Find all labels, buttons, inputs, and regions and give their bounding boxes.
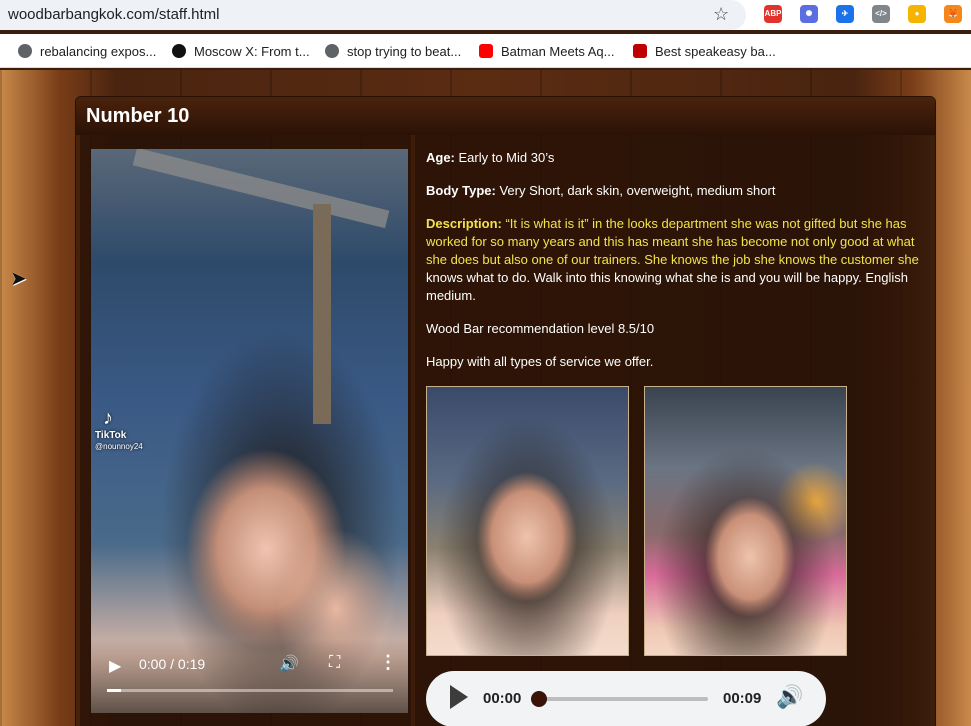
audio-current-time: 00:00: [483, 690, 522, 707]
panel-header: Number 10: [76, 97, 935, 135]
bookmark-item[interactable]: stop trying to beat...: [325, 42, 461, 60]
youtube-icon: [479, 44, 493, 58]
bookmark-item[interactable]: rebalancing expos...: [18, 42, 156, 60]
tiktok-icon: ♪: [103, 407, 113, 429]
video-fullscreen-icon[interactable]: ⛶: [329, 654, 340, 672]
staff-title: Number 10: [86, 105, 190, 127]
video-progress-fill: [107, 689, 122, 692]
video-controls: ▶ 0:00 / 0:19 🔊 ⛶ ⋮: [91, 639, 408, 713]
extension-color-icon[interactable]: ●: [908, 5, 926, 23]
video-progress-bar[interactable]: [107, 689, 393, 692]
body-type-label: Body Type:: [426, 183, 496, 198]
service-line: Happy with all types of service we offer…: [426, 354, 654, 369]
audio-volume-icon[interactable]: 🔊: [776, 684, 803, 710]
age-line: Age: Early to Mid 30’s: [426, 149, 921, 167]
bookmark-star-icon[interactable]: ☆: [713, 4, 729, 25]
age-value: Early to Mid 30’s: [454, 150, 555, 165]
globe-icon: [325, 44, 339, 58]
age-label: Age:: [426, 150, 455, 165]
bookmark-label: Best speakeasy ba...: [655, 43, 776, 59]
extension-code-icon[interactable]: </>: [872, 5, 890, 23]
tiktok-watermark: ♪ TikTok @nounnoy24: [95, 407, 143, 452]
audio-progress-track[interactable]: [538, 697, 708, 701]
audio-duration: 00:09: [723, 690, 762, 707]
bookmark-label: Batman Meets Aq...: [501, 43, 615, 59]
bookmark-label: rebalancing expos...: [40, 43, 157, 59]
body-type-line: Body Type: Very Short, dark skin, overwe…: [426, 182, 921, 200]
audio-progress-knob[interactable]: [531, 691, 547, 707]
bookmarks-bar: rebalancing expos... Moscow X: From t... s…: [0, 34, 971, 68]
bookmark-label: stop trying to beat...: [347, 43, 462, 59]
extension-sparkle-icon[interactable]: ✺: [800, 5, 818, 23]
url-text[interactable]: woodbarbangkok.com/staff.html: [8, 6, 220, 23]
staff-photo-2[interactable]: [644, 386, 847, 656]
bookmark-item[interactable]: Batman Meets Aq...: [479, 42, 614, 60]
flag-icon: [633, 44, 647, 58]
body-type-value: Very Short, dark skin, overweight, mediu…: [495, 183, 776, 198]
bookmark-label: Moscow X: From t...: [194, 43, 310, 59]
globe-icon: [18, 44, 32, 58]
video-play-icon[interactable]: ▶: [109, 656, 121, 676]
metamask-icon[interactable]: 🦊: [944, 5, 962, 23]
mouse-cursor-icon: ➤: [10, 268, 27, 290]
bookmark-item[interactable]: Best speakeasy ba...: [633, 42, 776, 60]
extension-bird-icon[interactable]: ✈: [836, 5, 854, 23]
audio-player: 00:00 00:09 🔊: [426, 671, 826, 726]
description-label: Description:: [426, 216, 502, 231]
tiktok-user: @nounnoy24: [95, 442, 143, 451]
video-more-icon[interactable]: ⋮: [379, 652, 397, 673]
video-volume-icon[interactable]: 🔊: [279, 654, 299, 674]
tiktok-label: TikTok: [95, 430, 127, 441]
description-block: Description: “It is what is it” in the l…: [426, 215, 921, 305]
address-bar[interactable]: woodbarbangkok.com/staff.html ☆: [0, 0, 746, 30]
bookmark-item[interactable]: Moscow X: From t...: [172, 42, 310, 60]
video-scene-post: [313, 204, 331, 424]
adblock-icon[interactable]: ABP: [764, 5, 782, 23]
video-time: 0:00 / 0:19: [139, 656, 206, 672]
staff-photo-1[interactable]: [426, 386, 629, 656]
description-rest: knows what to do. Walk into this knowing…: [426, 270, 908, 303]
amazon-icon: [172, 44, 186, 58]
video-scene-beam: [132, 149, 390, 229]
recommendation-line: Wood Bar recommendation level 8.5/10: [426, 321, 655, 336]
staff-video[interactable]: ♪ TikTok @nounnoy24 ▶ 0:00 / 0:19 🔊 ⛶ ⋮: [91, 149, 408, 713]
browser-toolbar: woodbarbangkok.com/staff.html ☆ ABP ✺ ✈ </>…: [0, 0, 971, 30]
audio-play-icon[interactable]: [450, 685, 468, 709]
